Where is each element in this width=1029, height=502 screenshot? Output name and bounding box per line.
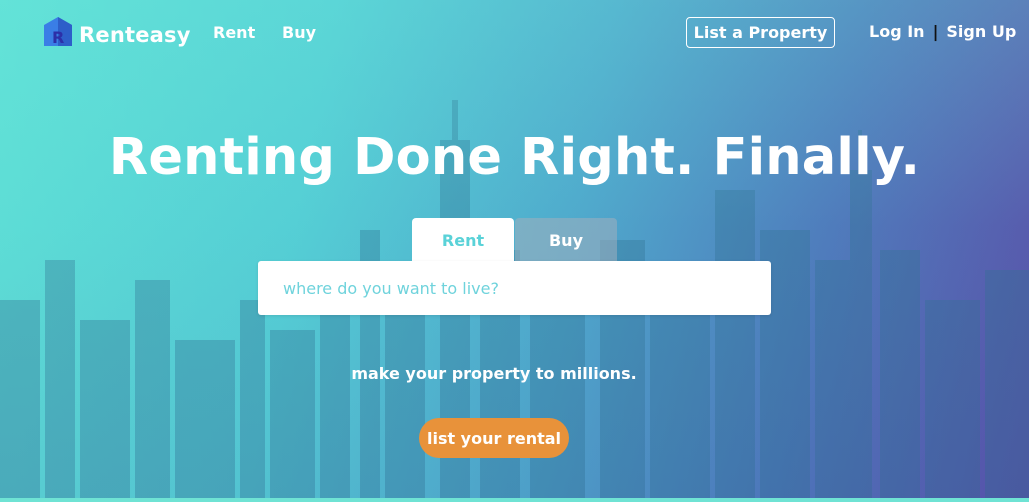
signup-link[interactable]: Sign Up — [946, 22, 1016, 41]
hero-tagline: make your property to millions. — [351, 364, 637, 383]
tab-rent[interactable]: Rent — [412, 218, 514, 262]
brand-name: Renteasy — [79, 23, 191, 47]
house-logo-icon: R — [43, 16, 73, 48]
search-input[interactable] — [258, 261, 771, 315]
tab-buy[interactable]: Buy — [515, 218, 617, 262]
list-property-button[interactable]: List a Property — [686, 17, 835, 48]
bottom-divider — [0, 498, 1029, 502]
svg-text:R: R — [52, 28, 64, 47]
brand-logo[interactable]: R Renteasy — [43, 16, 191, 48]
auth-links: Log In | Sign Up — [869, 22, 1016, 41]
list-rental-button[interactable]: list your rental — [419, 418, 569, 458]
hero-headline: Renting Done Right. Finally. — [108, 128, 921, 187]
nav-rent-link[interactable]: Rent — [213, 23, 255, 42]
auth-separator: | — [932, 22, 939, 41]
login-link[interactable]: Log In — [869, 22, 925, 41]
nav-buy-link[interactable]: Buy — [282, 23, 316, 42]
